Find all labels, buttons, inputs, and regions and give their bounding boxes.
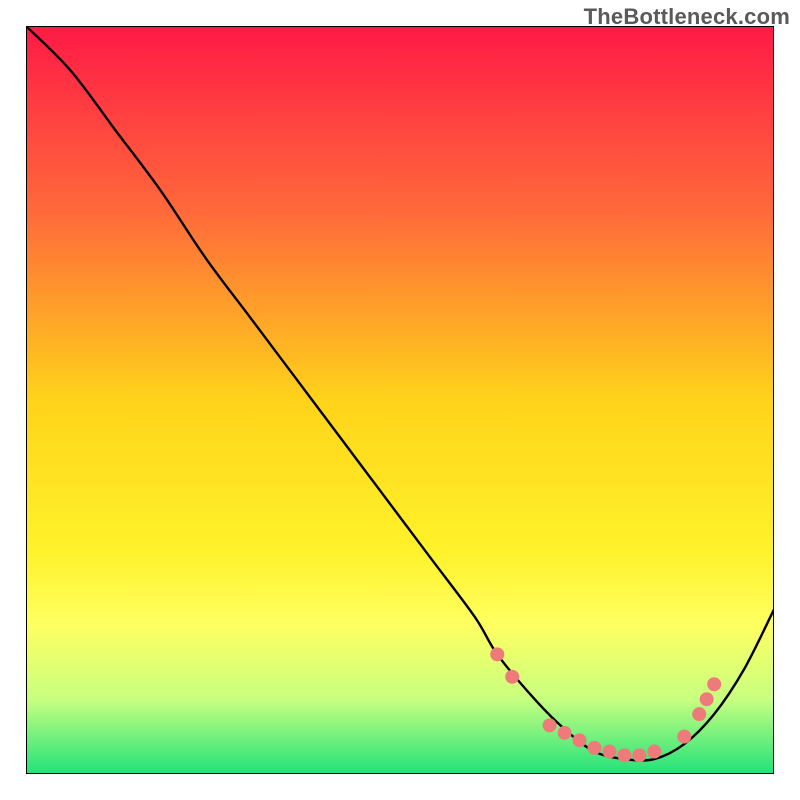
plot-area bbox=[26, 26, 774, 774]
highlight-dot bbox=[490, 647, 504, 661]
highlight-dot bbox=[543, 718, 557, 732]
chart-svg bbox=[26, 26, 774, 774]
highlight-dot bbox=[505, 670, 519, 684]
highlight-dot bbox=[602, 745, 616, 759]
chart-frame: TheBottleneck.com bbox=[0, 0, 800, 800]
highlight-dot bbox=[558, 726, 572, 740]
highlight-dot bbox=[677, 730, 691, 744]
highlight-dot bbox=[692, 707, 706, 721]
highlight-dot bbox=[617, 748, 631, 762]
highlight-dot bbox=[573, 733, 587, 747]
attribution-label: TheBottleneck.com bbox=[584, 4, 790, 30]
gradient-background bbox=[26, 26, 774, 774]
highlight-dot bbox=[700, 692, 714, 706]
highlight-dot bbox=[632, 748, 646, 762]
highlight-dot bbox=[587, 741, 601, 755]
highlight-dot bbox=[707, 677, 721, 691]
highlight-dot bbox=[647, 745, 661, 759]
